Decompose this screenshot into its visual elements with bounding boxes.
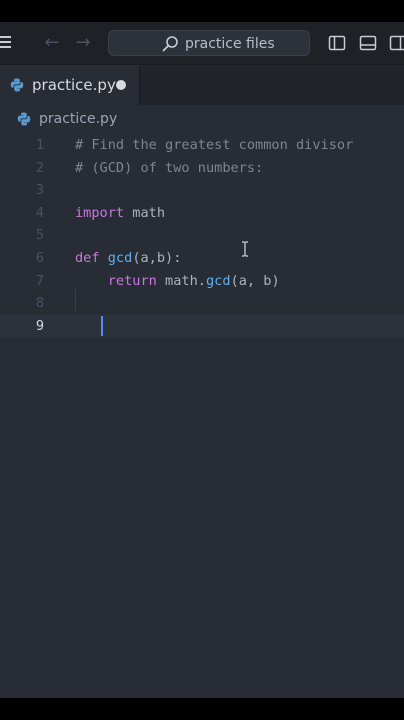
forward-arrow-icon[interactable]: → xyxy=(72,32,94,54)
line-number: 2 xyxy=(35,159,44,176)
text-cursor xyxy=(101,315,103,336)
python-file-icon xyxy=(10,78,24,92)
bottom-bar xyxy=(0,698,404,720)
code-token: math. xyxy=(156,272,206,289)
code-line[interactable]: 6 def gcd(a,b): xyxy=(0,247,404,270)
code-token: # (GCD) of two numbers: xyxy=(75,159,264,176)
tab-practice-py[interactable]: practice.py xyxy=(0,65,140,105)
unsaved-indicator-icon[interactable] xyxy=(116,80,126,90)
search-icon xyxy=(162,36,178,52)
code-line[interactable]: 5 xyxy=(0,224,404,247)
tab-bar: practice.py xyxy=(0,65,404,105)
line-number: 3 xyxy=(35,182,44,199)
code-line[interactable]: 1 # Find the greatest common divisor xyxy=(0,134,404,157)
code-text: # (GCD) of two numbers: xyxy=(75,157,263,180)
code-editor[interactable]: practice.py 1 # Find the greatest common … xyxy=(0,105,404,698)
code-line[interactable]: 7 return math.gcd(a, b) xyxy=(0,270,404,293)
line-number: 4 xyxy=(35,204,44,221)
screen: ← → practice files practice.py practice.… xyxy=(0,0,404,720)
toggle-right-panel-icon[interactable] xyxy=(389,34,404,52)
code-line[interactable]: 9 xyxy=(0,314,404,338)
tab-label: practice.py xyxy=(32,76,116,94)
back-arrow-icon[interactable]: ← xyxy=(41,32,63,54)
code-token: (a, b) xyxy=(230,272,280,289)
code-token: return xyxy=(107,272,157,289)
tab-top-border xyxy=(0,65,140,67)
project-search-button[interactable]: practice files xyxy=(108,30,310,56)
code-line[interactable]: 8 xyxy=(0,292,404,315)
line-number: 6 xyxy=(35,250,44,266)
code-line[interactable]: 3 xyxy=(0,179,404,202)
mouse-ibeam-icon xyxy=(242,241,248,257)
code-text: # Find the greatest common divisor xyxy=(75,134,353,157)
code-token: # Find the greatest common divisor xyxy=(75,137,354,153)
code-token: gcd xyxy=(205,272,231,289)
breadcrumb: practice.py xyxy=(0,105,404,133)
title-bar: ← → practice files xyxy=(0,22,404,65)
editor-window: ← → practice files practice.py practice.… xyxy=(0,22,404,698)
code-token: gcd xyxy=(107,250,133,266)
search-label: practice files xyxy=(185,36,275,52)
code-text: return math.gcd(a, b) xyxy=(75,270,280,293)
code-line[interactable]: 4 import math xyxy=(0,202,404,225)
code-token: def xyxy=(75,250,100,266)
code-token: import xyxy=(75,204,125,221)
code-token: (a,b): xyxy=(132,250,182,266)
code-line[interactable]: 2 # (GCD) of two numbers: xyxy=(0,157,404,180)
breadcrumb-file-label[interactable]: practice.py xyxy=(39,109,117,129)
line-number: 9 xyxy=(35,317,44,334)
toggle-left-panel-icon[interactable] xyxy=(328,34,346,52)
line-number: 5 xyxy=(35,227,44,244)
line-number: 1 xyxy=(35,137,44,153)
code-area[interactable]: 1 # Find the greatest common divisor 2 # (G… xyxy=(0,133,404,693)
code-text: def gcd(a,b): xyxy=(75,247,181,270)
line-number: 8 xyxy=(35,295,44,312)
line-number: 7 xyxy=(35,272,44,289)
menu-icon[interactable] xyxy=(0,36,12,50)
toggle-bottom-panel-icon[interactable] xyxy=(359,34,377,52)
code-text: import math xyxy=(75,202,165,225)
python-file-icon xyxy=(17,112,31,126)
code-token: math xyxy=(124,204,166,221)
